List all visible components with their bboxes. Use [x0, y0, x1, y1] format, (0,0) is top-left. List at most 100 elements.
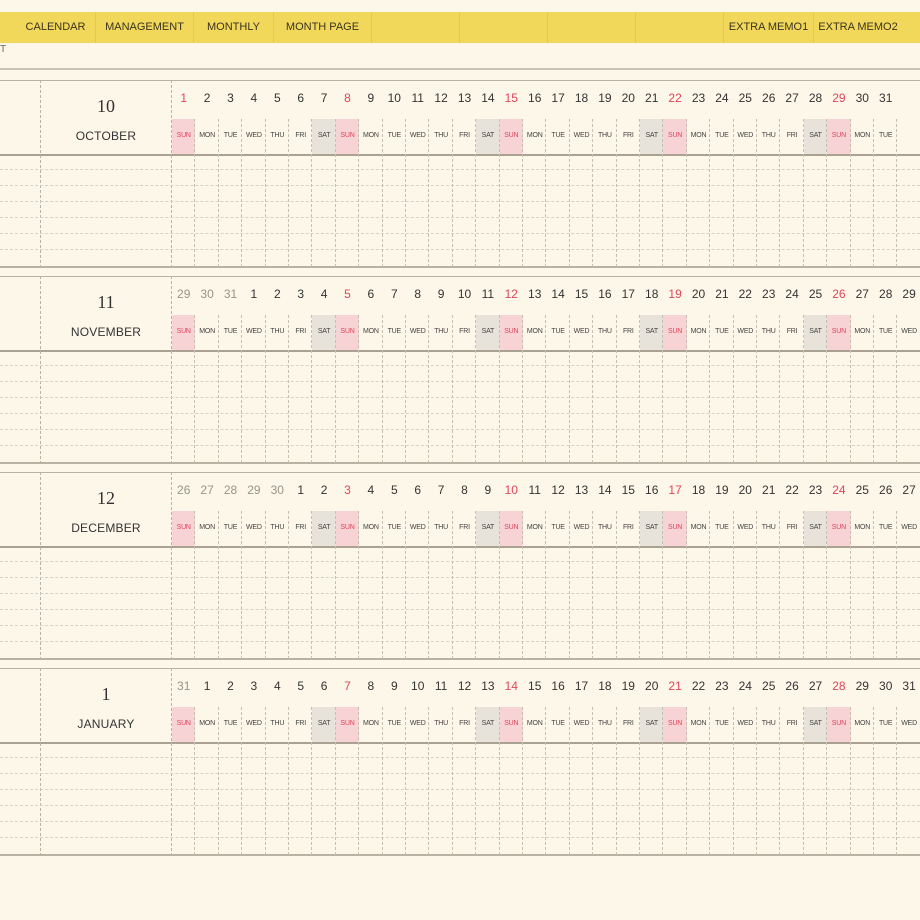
day-column[interactable]: 2 TUE	[219, 668, 243, 856]
day-column[interactable]: 13 FRI	[453, 80, 477, 268]
day-column[interactable]: 9 TUE	[383, 668, 406, 856]
month-name[interactable]: DECEMBER	[41, 521, 171, 535]
month-number[interactable]: 11	[41, 292, 171, 313]
month-name[interactable]: JANUARY	[41, 717, 171, 731]
day-column[interactable]: 23 THU	[757, 276, 781, 464]
day-column[interactable]: 21 SAT	[640, 80, 664, 268]
day-column[interactable]: 1 FRI	[289, 472, 313, 660]
day-column[interactable]: 22 SUN	[663, 80, 687, 268]
day-column[interactable]: 11 WED	[406, 80, 430, 268]
day-column[interactable]: 3 TUE	[219, 80, 243, 268]
day-column[interactable]: 28 SAT	[803, 80, 828, 268]
day-column[interactable]: 18 SAT	[640, 276, 664, 464]
day-column[interactable]: 12 TUE	[546, 472, 570, 660]
tab-empty[interactable]	[460, 12, 548, 43]
day-column[interactable]: 24 WED	[734, 668, 757, 856]
day-column[interactable]: 24 FRI	[780, 276, 804, 464]
day-column[interactable]: 12 FRI	[453, 668, 477, 856]
day-column[interactable]: 4 SAT	[312, 276, 336, 464]
month-number[interactable]: 10	[41, 96, 171, 117]
day-column[interactable]: 20 FRI	[617, 80, 640, 268]
day-column[interactable]: 4 MON	[359, 472, 383, 660]
day-column[interactable]: 2 SAT	[312, 472, 336, 660]
day-column[interactable]: 21 TUE	[710, 276, 734, 464]
day-column[interactable]: 31 SUN	[172, 668, 196, 856]
day-column[interactable]: 25 THU	[757, 668, 781, 856]
day-column[interactable]: 13 SAT	[476, 668, 500, 856]
day-column[interactable]: 29 WED	[242, 472, 266, 660]
day-column[interactable]: 8 FRI	[453, 472, 477, 660]
day-column[interactable]: 28 TUE	[874, 276, 898, 464]
day-column[interactable]: 12 SUN	[499, 276, 523, 464]
day-column[interactable]: 14 SAT	[476, 80, 500, 268]
day-column[interactable]: 15 SUN	[499, 80, 523, 268]
day-column[interactable]: 27 MON	[195, 472, 219, 660]
day-column[interactable]: 16 TUE	[546, 668, 570, 856]
month-name[interactable]: OCTOBER	[41, 129, 171, 143]
day-column[interactable]: 10 SUN	[499, 472, 523, 660]
day-column[interactable]: 5 FRI	[289, 668, 313, 856]
day-column[interactable]: 1 MON	[195, 668, 219, 856]
day-column[interactable]: 29 SUN	[827, 80, 851, 268]
tab-monthly[interactable]: MONTHLY	[194, 12, 274, 43]
day-column[interactable]: 8 MON	[359, 668, 383, 856]
day-column[interactable]: 9 THU	[429, 276, 453, 464]
day-column[interactable]: 16 SAT	[640, 472, 664, 660]
day-column[interactable]: 19 TUE	[710, 472, 734, 660]
day-column[interactable]: 13 MON	[523, 276, 547, 464]
tab-month-page[interactable]: MONTH PAGE	[274, 12, 372, 43]
day-column[interactable]: 27 FRI	[780, 80, 804, 268]
day-column[interactable]: 11 SAT	[476, 276, 500, 464]
day-column[interactable]: 26 FRI	[780, 668, 804, 856]
day-column[interactable]: 18 THU	[593, 668, 617, 856]
day-column[interactable]: 5 SUN	[335, 276, 360, 464]
day-column[interactable]: 8 WED	[406, 276, 430, 464]
day-column[interactable]: 21 THU	[757, 472, 781, 660]
tab-extra-memo1[interactable]: EXTRA MEMO1	[724, 12, 814, 43]
day-column[interactable]: 30 MON	[851, 80, 874, 268]
day-column[interactable]: 3 FRI	[289, 276, 313, 464]
day-column[interactable]: 30 THU	[266, 472, 289, 660]
day-column[interactable]: 14 SUN	[499, 668, 523, 856]
day-column[interactable]: 19 SUN	[663, 276, 687, 464]
month-name[interactable]: NOVEMBER	[41, 325, 171, 339]
day-column[interactable]: 7 THU	[429, 472, 453, 660]
day-column[interactable]: 1 SUN	[172, 80, 196, 268]
day-column[interactable]: 20 SAT	[640, 668, 664, 856]
day-column[interactable]: 9 MON	[359, 80, 383, 268]
day-column[interactable]: 11 THU	[429, 668, 453, 856]
day-column[interactable]: 23 MON	[687, 80, 711, 268]
day-column[interactable]: 16 MON	[523, 80, 547, 268]
tab-empty[interactable]	[548, 12, 636, 43]
day-column[interactable]: 17 FRI	[617, 276, 640, 464]
day-column[interactable]: 27 SAT	[803, 668, 828, 856]
day-column[interactable]: 5 THU	[266, 80, 289, 268]
day-column[interactable]: 14 THU	[593, 472, 617, 660]
day-column[interactable]: 15 WED	[570, 276, 594, 464]
day-column[interactable]: 19 FRI	[617, 668, 640, 856]
day-column[interactable]: 11 MON	[523, 472, 547, 660]
day-column[interactable]: 29 MON	[851, 668, 874, 856]
day-column[interactable]: 22 FRI	[780, 472, 804, 660]
day-column[interactable]: 25 WED	[734, 80, 757, 268]
day-column[interactable]: 25 MON	[851, 472, 874, 660]
day-column[interactable]: 29 SUN	[172, 276, 196, 464]
day-column[interactable]: 17 WED	[570, 668, 594, 856]
tab-empty[interactable]	[372, 12, 460, 43]
day-column[interactable]: 17 SUN	[663, 472, 687, 660]
day-column[interactable]: 31 TUE	[219, 276, 243, 464]
day-column[interactable]: 9 SAT	[476, 472, 500, 660]
day-column[interactable]: 16 THU	[593, 276, 617, 464]
day-column[interactable]: 1 WED	[242, 276, 266, 464]
day-column[interactable]: 4 WED	[242, 80, 266, 268]
day-column[interactable]: 23 SAT	[803, 472, 828, 660]
day-column[interactable]: 6 MON	[359, 276, 383, 464]
day-column[interactable]: 2 THU	[266, 276, 289, 464]
day-column[interactable]: 22 MON	[687, 668, 711, 856]
day-column[interactable]: 2 MON	[195, 80, 219, 268]
day-column[interactable]: 31 WED	[897, 668, 920, 856]
day-column[interactable]: 21 SUN	[663, 668, 687, 856]
day-column[interactable]: 20 MON	[687, 276, 711, 464]
day-column[interactable]: 8 SUN	[335, 80, 360, 268]
day-column[interactable]: 25 SAT	[803, 276, 828, 464]
